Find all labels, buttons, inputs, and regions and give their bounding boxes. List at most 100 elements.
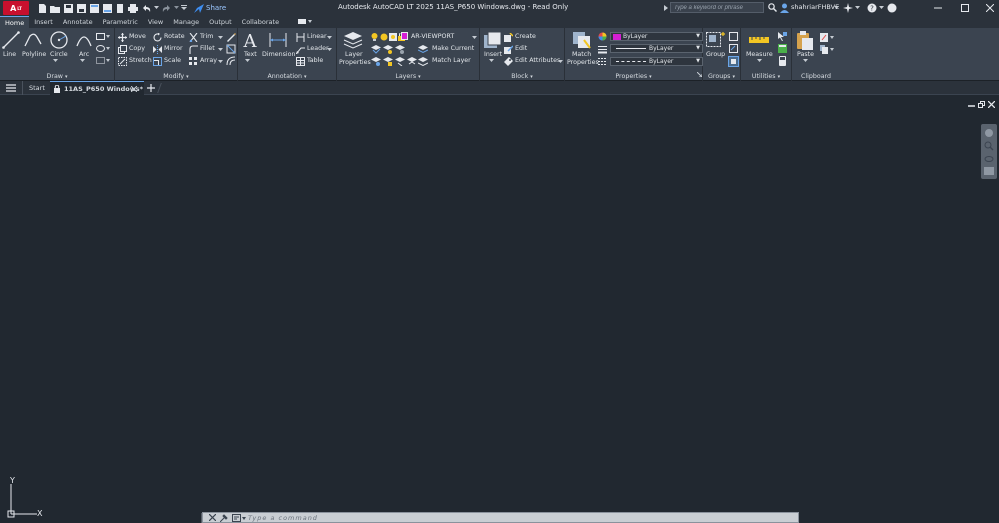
viewport-close-icon[interactable] xyxy=(988,101,995,108)
copy-clip-icon[interactable] xyxy=(820,45,835,54)
layer-freeze-object-icon[interactable] xyxy=(371,57,381,66)
edit-attributes-button[interactable]: Edit Attributes xyxy=(515,57,560,64)
linear-icon[interactable] xyxy=(296,33,305,42)
new-file-button[interactable] xyxy=(36,2,48,14)
rectangle-icon[interactable] xyxy=(96,33,110,41)
mirror-icon[interactable] xyxy=(153,45,162,54)
make-current-button[interactable]: Make Current xyxy=(432,45,474,52)
linetype-icon[interactable] xyxy=(598,57,607,66)
arc-dropdown-icon[interactable] xyxy=(80,59,85,63)
block-panel-title[interactable]: Block ▾ xyxy=(480,73,564,80)
fillet-icon[interactable] xyxy=(189,45,198,54)
array-button[interactable]: Array xyxy=(200,57,217,64)
explode-icon[interactable] xyxy=(226,44,236,54)
paste-button[interactable]: Paste xyxy=(797,51,814,58)
match-layer-icon[interactable] xyxy=(418,57,428,66)
fillet-dropdown-icon[interactable] xyxy=(218,48,223,52)
tab-output[interactable]: Output xyxy=(204,16,237,28)
insert-block-icon[interactable] xyxy=(483,31,502,49)
line-button[interactable]: Line xyxy=(3,51,16,58)
help-dropdown-icon[interactable] xyxy=(879,6,884,10)
insert-dropdown-icon[interactable] xyxy=(489,59,494,63)
copy-button[interactable]: Copy xyxy=(129,45,145,52)
measure-button[interactable]: Measure xyxy=(746,51,773,58)
account-icon[interactable] xyxy=(887,3,897,13)
quick-select-icon[interactable] xyxy=(778,32,787,41)
search-expand-icon[interactable] xyxy=(664,5,668,11)
user-icon[interactable] xyxy=(780,3,789,13)
erase-icon[interactable] xyxy=(226,32,236,42)
user-dropdown-icon[interactable] xyxy=(834,6,839,10)
paste-icon[interactable] xyxy=(797,31,813,50)
edit-attributes-icon[interactable] xyxy=(504,57,513,66)
hatch-icon[interactable] xyxy=(96,45,110,53)
tab-manage[interactable]: Manage xyxy=(168,16,204,28)
draw-panel-title[interactable]: Draw ▾ xyxy=(0,73,114,80)
array-icon[interactable] xyxy=(189,57,198,66)
share-button[interactable]: Share xyxy=(194,3,226,13)
offset-icon[interactable] xyxy=(226,56,236,66)
group-edit-icon[interactable] xyxy=(729,44,738,53)
linetype-dropdown[interactable]: ByLayer ▼ xyxy=(610,57,703,66)
save-as-button[interactable] xyxy=(75,2,87,14)
close-button[interactable] xyxy=(983,2,997,14)
scale-button[interactable]: Scale xyxy=(164,57,181,64)
layer-walk-icon[interactable] xyxy=(395,57,405,66)
app-menu-button[interactable]: A LT xyxy=(3,1,29,15)
layer-freeze-icon[interactable] xyxy=(380,33,388,41)
viewport-minimize-icon[interactable] xyxy=(968,101,975,108)
ribbon-display-toggle[interactable] xyxy=(284,16,317,28)
command-customize-icon[interactable] xyxy=(220,514,228,522)
help-icon[interactable]: ? xyxy=(867,3,877,13)
edit-block-icon[interactable] xyxy=(504,45,513,54)
tab-insert[interactable]: Insert xyxy=(29,16,58,28)
app-dropdown-icon[interactable] xyxy=(855,6,860,10)
move-button[interactable]: Move xyxy=(129,33,146,40)
linear-dropdown-icon[interactable] xyxy=(327,36,332,40)
group-selection-icon[interactable] xyxy=(728,56,739,67)
autodesk-app-icon[interactable] xyxy=(843,3,853,13)
utilities-panel-title[interactable]: Utilities ▾ xyxy=(741,73,791,80)
scale-icon[interactable] xyxy=(153,57,162,66)
dimension-button[interactable]: Dimension xyxy=(262,51,295,58)
customize-qat-icon[interactable] xyxy=(180,2,188,14)
create-block-button[interactable]: Create xyxy=(515,33,536,40)
leader-icon[interactable] xyxy=(296,45,305,54)
measure-icon[interactable] xyxy=(749,35,769,45)
layer-properties-label-2[interactable]: Properties xyxy=(339,59,371,66)
array-grid-icon[interactable] xyxy=(96,57,110,65)
save-web-button[interactable] xyxy=(101,2,113,14)
viewport-restore-icon[interactable] xyxy=(978,101,985,108)
open-file-button[interactable] xyxy=(49,2,61,14)
layer-on-icon[interactable] xyxy=(371,33,378,41)
tab-annotate[interactable]: Annotate xyxy=(58,16,98,28)
edit-attributes-dropdown-icon[interactable] xyxy=(558,60,563,64)
hamburger-menu-icon[interactable] xyxy=(6,84,16,92)
maximize-button[interactable] xyxy=(958,2,972,14)
color-dropdown[interactable]: ByLayer ▼ xyxy=(610,32,703,41)
match-properties-label-2[interactable]: Properties xyxy=(567,59,599,66)
zoom-extents-icon[interactable] xyxy=(984,141,994,151)
command-history-icon[interactable] xyxy=(232,514,246,522)
command-input[interactable] xyxy=(248,513,788,522)
user-name[interactable]: shahriarFHBVE xyxy=(791,3,839,11)
layer-viewport-freeze-icon[interactable] xyxy=(389,33,397,41)
object-color-icon[interactable] xyxy=(598,32,607,41)
open-web-button[interactable] xyxy=(88,2,100,14)
current-layer-name[interactable]: AR-VIEWPORT xyxy=(411,33,454,40)
measure-dropdown-icon[interactable] xyxy=(757,59,762,63)
tab-active-document[interactable]: 11AS_P650 Windows* xyxy=(50,81,144,95)
stretch-icon[interactable] xyxy=(118,57,127,66)
trim-icon[interactable] xyxy=(189,33,198,42)
dimension-icon[interactable] xyxy=(268,31,288,49)
layer-properties-label-1[interactable]: Layer xyxy=(345,51,363,58)
text-icon[interactable]: A xyxy=(242,31,258,49)
rotate-button[interactable]: Rotate xyxy=(164,33,185,40)
circle-dropdown-icon[interactable] xyxy=(53,59,58,63)
paste-dropdown-icon[interactable] xyxy=(803,59,808,63)
new-tab-icon[interactable] xyxy=(147,84,155,92)
search-icon[interactable] xyxy=(768,3,777,12)
layers-panel-title[interactable]: Layers ▾ xyxy=(337,73,479,80)
share-drawing-button[interactable] xyxy=(114,2,126,14)
annotation-panel-title[interactable]: Annotation ▾ xyxy=(238,73,336,80)
